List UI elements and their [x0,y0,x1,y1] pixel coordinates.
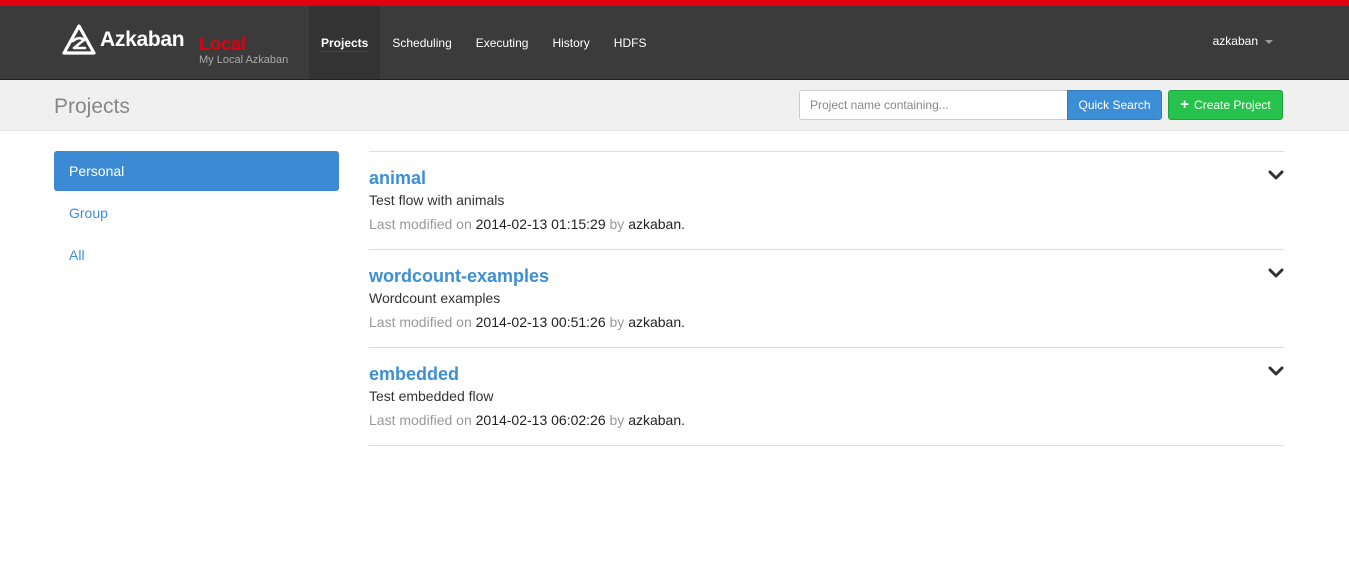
project-meta: Last modified on 2014-02-13 01:15:29 by … [369,216,685,232]
by-prefix: by [609,314,625,330]
nav-history-label: History [552,35,590,50]
project-item: embedded Test embedded flow Last modifie… [369,348,1284,446]
create-project-button[interactable]: + Create Project [1168,90,1283,120]
by-prefix: by [609,412,625,428]
modified-prefix: Last modified on [369,216,472,232]
modified-timestamp: 2014-02-13 01:15:29 [475,216,606,232]
active-underline [321,51,369,52]
caret-down-icon [1265,40,1273,44]
by-prefix: by [609,216,625,232]
nav-scheduling-label: Scheduling [392,35,452,50]
nav-projects[interactable]: Projects [309,6,381,79]
project-description: Wordcount examples [369,290,501,306]
project-item: wordcount-examples Wordcount examples La… [369,250,1284,348]
nav-executing-label: Executing [475,35,529,50]
modified-timestamp: 2014-02-13 06:02:26 [475,412,606,428]
azkaban-logo-icon [62,24,96,55]
modified-user: azkaban [628,314,682,330]
nav-hdfs[interactable]: HDFS [602,6,659,79]
page-title: Projects [54,95,130,118]
nav-executing[interactable]: Executing [464,6,541,79]
page-header: Projects Quick Search + Create Project [0,80,1349,131]
project-description: Test embedded flow [369,388,494,404]
search-form: Quick Search [799,90,1162,120]
modified-user: azkaban [628,216,682,232]
brand-environment: Local [199,34,247,54]
meta-suffix: . [681,216,686,232]
sidebar-item-group[interactable]: Group [54,193,339,233]
quick-search-button[interactable]: Quick Search [1067,90,1162,120]
brand-subtitle: My Local Azkaban [199,54,289,66]
chevron-down-icon[interactable] [1268,266,1284,280]
project-description: Test flow with animals [369,192,505,208]
nav-projects-label: Projects [321,35,369,50]
sidebar-item-personal[interactable]: Personal [54,151,339,191]
main-nav: Projects Scheduling Executing History HD… [309,6,658,79]
top-navbar: Azkaban Local My Local Azkaban Projects … [0,6,1349,80]
user-menu-dropdown[interactable]: azkaban [1213,34,1273,48]
project-meta: Last modified on 2014-02-13 00:51:26 by … [369,314,685,330]
user-name: azkaban [1212,34,1258,48]
project-list: animal Test flow with animals Last modif… [369,151,1284,446]
project-name-link[interactable]: animal [369,168,426,189]
project-meta: Last modified on 2014-02-13 06:02:26 by … [369,412,685,428]
plus-icon: + [1180,96,1190,113]
meta-suffix: . [681,314,686,330]
sidebar: Personal Group All [54,151,339,277]
project-name-link[interactable]: embedded [369,364,459,385]
chevron-down-icon[interactable] [1268,364,1284,378]
brand-name: Azkaban [100,28,185,51]
modified-prefix: Last modified on [369,314,472,330]
modified-timestamp: 2014-02-13 00:51:26 [475,314,606,330]
project-name-link[interactable]: wordcount-examples [369,266,549,287]
modified-user: azkaban [628,412,682,428]
search-input[interactable] [799,90,1067,120]
create-project-label: Create Project [1194,98,1271,112]
project-item: animal Test flow with animals Last modif… [369,152,1284,250]
nav-history[interactable]: History [540,6,601,79]
nav-scheduling[interactable]: Scheduling [380,6,463,79]
meta-suffix: . [681,412,686,428]
nav-hdfs-label: HDFS [613,35,647,50]
sidebar-item-all[interactable]: All [54,235,339,275]
modified-prefix: Last modified on [369,412,472,428]
chevron-down-icon[interactable] [1268,168,1284,182]
